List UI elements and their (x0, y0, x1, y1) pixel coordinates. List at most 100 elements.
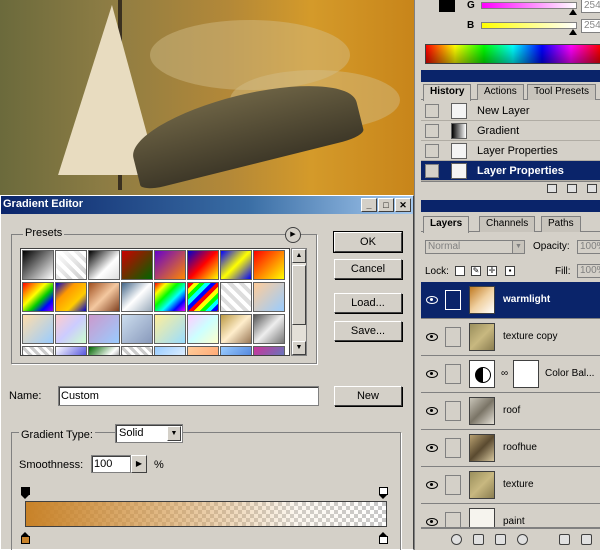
history-item[interactable]: Layer Properties (421, 141, 600, 161)
green-slider-handle[interactable] (569, 9, 577, 15)
preset-swatch[interactable] (154, 282, 186, 312)
gradient-type-select[interactable]: Solid ▼ (115, 424, 183, 443)
fill-field[interactable]: 100% (577, 264, 600, 278)
new-set-icon[interactable] (495, 534, 506, 545)
layer-row[interactable]: ∞ Color Bal... (421, 356, 600, 393)
opacity-stop-right[interactable] (379, 487, 388, 499)
opacity-stop-left[interactable] (21, 487, 30, 499)
gradient-preview-bar[interactable] (25, 501, 387, 527)
scroll-down-icon[interactable]: ▼ (292, 341, 306, 355)
eye-icon[interactable] (423, 478, 441, 492)
lock-move-icon[interactable]: ✛ (487, 266, 497, 276)
link-box[interactable] (445, 401, 461, 421)
history-snapshot-checkbox[interactable] (425, 144, 439, 158)
preset-swatch[interactable] (154, 250, 186, 280)
preset-swatch[interactable] (154, 314, 186, 344)
preset-swatch[interactable] (253, 314, 285, 344)
save-button[interactable]: Save... (334, 321, 402, 341)
trash-icon[interactable] (587, 184, 597, 193)
camera-icon[interactable] (567, 184, 577, 193)
layers-panel-titlebar[interactable] (421, 200, 600, 212)
tab-paths[interactable]: Paths (541, 216, 581, 232)
preset-swatch[interactable] (121, 282, 153, 312)
minimize-icon[interactable]: _ (361, 198, 377, 212)
blend-mode-select[interactable]: Normal ▼ (425, 240, 525, 254)
history-snapshot-checkbox[interactable] (425, 104, 439, 118)
cancel-button[interactable]: Cancel (334, 259, 402, 279)
blue-slider[interactable] (481, 22, 577, 29)
preset-swatch[interactable] (22, 314, 54, 344)
eye-icon[interactable] (423, 330, 441, 344)
adjustment-layer-icon[interactable] (517, 534, 528, 545)
lock-transparency-icon[interactable] (455, 266, 465, 276)
blue-value[interactable]: 254 (581, 19, 600, 33)
history-item-selected[interactable]: Layer Properties (421, 161, 600, 181)
history-item[interactable]: Gradient (421, 121, 600, 141)
eye-icon[interactable] (423, 515, 441, 527)
new-layer-icon[interactable] (559, 534, 570, 545)
eye-icon[interactable] (423, 441, 441, 455)
trash-icon[interactable] (581, 534, 592, 545)
layer-style-icon[interactable] (451, 534, 462, 545)
eye-icon[interactable] (423, 367, 441, 381)
layer-row[interactable]: roofhue (421, 430, 600, 467)
link-box[interactable] (445, 364, 461, 384)
preset-swatch[interactable] (253, 250, 285, 280)
history-snapshot-checkbox[interactable] (425, 164, 439, 178)
preset-swatch[interactable] (88, 346, 120, 355)
smoothness-input[interactable]: 100 (91, 455, 131, 473)
green-slider[interactable] (481, 2, 577, 9)
preset-swatch[interactable] (187, 282, 219, 312)
smoothness-slider-arrow-icon[interactable]: ▶ (131, 455, 147, 473)
color-stop-left[interactable] (21, 532, 30, 544)
document-canvas[interactable] (0, 0, 414, 195)
name-input[interactable]: Custom (58, 386, 319, 406)
dialog-titlebar[interactable]: Gradient Editor (1, 196, 413, 214)
preset-swatch[interactable] (220, 314, 252, 344)
lock-all-icon[interactable]: ▪ (505, 266, 515, 276)
preset-swatch[interactable] (154, 346, 186, 355)
preset-swatch[interactable] (220, 282, 252, 312)
preset-swatch[interactable] (220, 250, 252, 280)
lock-paint-icon[interactable]: ✎ (471, 266, 481, 276)
preset-swatch[interactable] (88, 314, 120, 344)
preset-swatch[interactable] (55, 346, 87, 355)
color-stop-right[interactable] (379, 532, 388, 544)
tab-history[interactable]: History (423, 84, 472, 101)
brush-icon[interactable] (445, 290, 461, 310)
preset-swatch[interactable] (55, 250, 87, 280)
presets-menu-arrow-icon[interactable]: ▶ (285, 227, 301, 243)
scroll-up-icon[interactable]: ▲ (292, 249, 306, 263)
foreground-swatch[interactable] (439, 0, 455, 12)
preset-swatch[interactable] (55, 282, 87, 312)
link-box[interactable] (445, 327, 461, 347)
preset-swatch[interactable] (187, 250, 219, 280)
preset-swatch[interactable] (55, 314, 87, 344)
load-button[interactable]: Load... (334, 293, 402, 313)
new-document-icon[interactable] (547, 184, 557, 193)
preset-swatch[interactable] (253, 282, 285, 312)
history-snapshot-checkbox[interactable] (425, 124, 439, 138)
preset-swatch[interactable] (22, 250, 54, 280)
preset-swatch[interactable] (121, 314, 153, 344)
history-item[interactable]: New Layer (421, 101, 600, 121)
preset-swatch[interactable] (22, 346, 54, 355)
layer-row[interactable]: paint (421, 504, 600, 528)
blue-slider-handle[interactable] (569, 29, 577, 35)
link-box[interactable] (445, 475, 461, 495)
preset-swatch[interactable] (121, 250, 153, 280)
preset-swatch[interactable] (88, 250, 120, 280)
preset-swatch[interactable] (88, 282, 120, 312)
eye-icon[interactable] (423, 293, 441, 307)
new-button[interactable]: New (334, 386, 402, 406)
eye-icon[interactable] (423, 404, 441, 418)
tab-channels[interactable]: Channels (479, 216, 536, 232)
link-box[interactable] (445, 512, 461, 527)
preset-swatch[interactable] (121, 346, 153, 355)
preset-swatch[interactable] (187, 346, 219, 355)
preset-swatch[interactable] (22, 282, 54, 312)
preset-swatch[interactable] (220, 346, 252, 355)
layer-row[interactable]: texture copy (421, 319, 600, 356)
preset-swatch[interactable] (253, 346, 285, 355)
maximize-icon[interactable]: □ (378, 198, 394, 212)
